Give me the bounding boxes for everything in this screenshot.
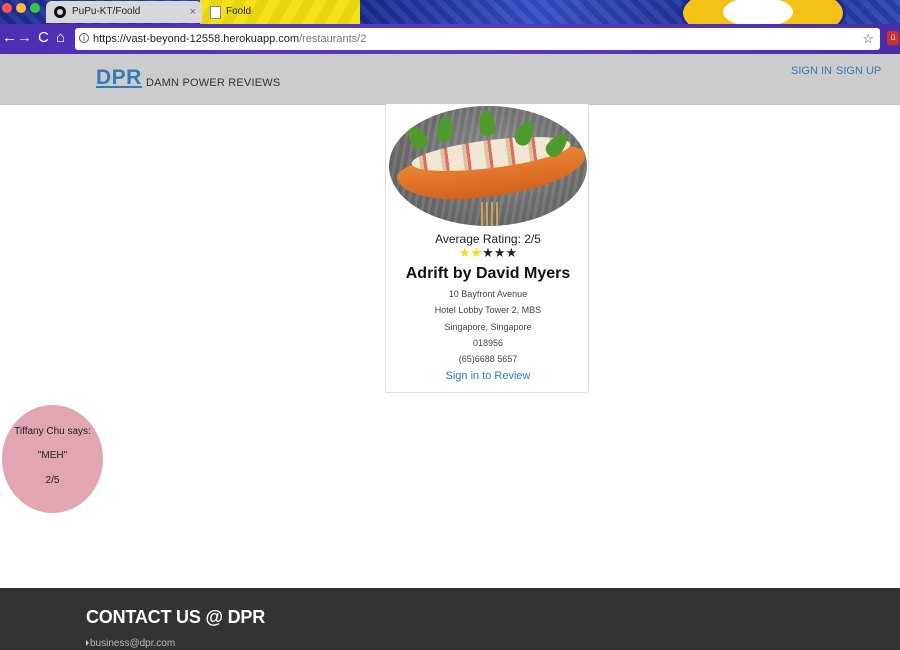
footer-email[interactable]: business@dpr.com bbox=[90, 638, 175, 649]
bullet-arrow-icon bbox=[86, 640, 89, 646]
restaurant-name: Adrift by David Myers bbox=[405, 265, 571, 282]
tab-foold[interactable]: Foold bbox=[200, 1, 350, 23]
site-info-icon[interactable]: i bbox=[79, 33, 89, 43]
address-line-1: 10 Bayfront Avenue bbox=[448, 289, 528, 299]
sign-in-to-review-link[interactable]: Sign in to Review bbox=[386, 370, 590, 382]
address-line-2: Hotel Lobby Tower 2, MBS bbox=[434, 305, 542, 315]
close-window-button[interactable] bbox=[2, 3, 12, 13]
footer-title: CONTACT US @ DPR bbox=[86, 607, 266, 627]
document-icon bbox=[210, 6, 221, 19]
review-bubble: Tiffany Chu says: "MEH" 2/5 bbox=[2, 405, 103, 513]
average-rating-label: Average Rating: 2/5 bbox=[435, 232, 541, 246]
forward-arrow-icon[interactable]: → bbox=[17, 29, 32, 47]
star-empty-icon: ★ bbox=[493, 245, 506, 260]
site-header: DPR DAMN POWER REVIEWS SIGN IN SIGN UP bbox=[0, 54, 900, 105]
browser-toolbar: ← → C ⌂ i https://vast-beyond-12558.hero… bbox=[0, 24, 900, 54]
review-author: Tiffany Chu says: bbox=[14, 426, 91, 437]
star-empty-icon: ★ bbox=[505, 245, 518, 260]
github-icon bbox=[54, 6, 66, 18]
url-host: https://vast-beyond-12558.herokuapp.com bbox=[93, 33, 300, 45]
tab-title: Foold bbox=[226, 6, 252, 17]
restaurant-photo bbox=[389, 106, 587, 226]
close-tab-icon[interactable]: × bbox=[190, 1, 196, 23]
back-arrow-icon[interactable]: ← bbox=[2, 29, 17, 47]
theme-artwork bbox=[680, 0, 846, 24]
restaurant-phone: (65)6688 5657 bbox=[458, 354, 518, 364]
review-quote: "MEH" bbox=[37, 450, 68, 461]
maximize-window-button[interactable] bbox=[30, 3, 40, 13]
tab-github-foold[interactable]: PuPu-KT/Foold × bbox=[46, 1, 202, 23]
footer-email-link[interactable]: business@dpr.com bbox=[86, 638, 175, 649]
browser-tab-strip: PuPu-KT/Foold × Foold bbox=[0, 0, 900, 24]
sign-up-link[interactable]: SIGN UP bbox=[836, 65, 881, 77]
minimize-window-button[interactable] bbox=[16, 3, 26, 13]
star-filled-icon: ★ bbox=[458, 245, 471, 260]
tab-title: PuPu-KT/Foold bbox=[72, 6, 141, 17]
site-footer: CONTACT US @ DPR business@dpr.com bbox=[0, 588, 900, 650]
star-rating: ★★★★★ bbox=[386, 245, 590, 261]
extension-icon[interactable]: ü bbox=[887, 31, 899, 45]
address-bar[interactable]: i https://vast-beyond-12558.herokuapp.co… bbox=[75, 28, 880, 50]
address-postal-code: 018956 bbox=[472, 338, 504, 348]
bookmark-star-icon[interactable]: ☆ bbox=[862, 28, 874, 50]
restaurant-card: Average Rating: 2/5 ★★★★★ Adrift by Davi… bbox=[385, 104, 589, 393]
site-logo[interactable]: DPR bbox=[96, 66, 142, 90]
sign-in-link[interactable]: SIGN IN bbox=[791, 65, 832, 77]
site-tagline: DAMN POWER REVIEWS bbox=[146, 77, 281, 89]
review-score: 2/5 bbox=[45, 475, 60, 486]
reload-icon[interactable]: C bbox=[38, 29, 49, 47]
star-filled-icon: ★ bbox=[470, 245, 483, 260]
url-path: /restaurants/2 bbox=[299, 33, 367, 45]
home-icon[interactable]: ⌂ bbox=[56, 29, 65, 47]
star-empty-icon: ★ bbox=[482, 245, 494, 260]
address-city: Singapore, Singapore bbox=[444, 322, 532, 332]
